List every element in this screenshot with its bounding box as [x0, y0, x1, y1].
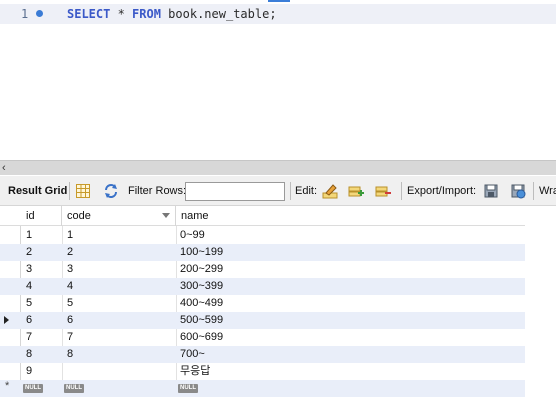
- table-row[interactable]: 7 7 600~699: [0, 329, 525, 346]
- column-header-label: code: [67, 210, 91, 222]
- cell-name[interactable]: 500~599: [180, 312, 223, 329]
- table-row[interactable]: 8 8 700~: [0, 346, 525, 363]
- sql-keyword-select: SELECT: [67, 7, 111, 21]
- cell-name[interactable]: 300~399: [180, 278, 223, 295]
- editor-tab-indicator: [268, 0, 290, 2]
- new-row-marker: *: [5, 380, 10, 392]
- refresh-icon[interactable]: [103, 183, 119, 199]
- edit-label: Edit:: [295, 185, 318, 197]
- toolbar-divider: [69, 182, 70, 200]
- statement-marker-icon: [36, 10, 43, 17]
- cell-code[interactable]: 8: [67, 346, 73, 363]
- cell-name[interactable]: 100~199: [180, 244, 223, 261]
- cell-id[interactable]: 2: [26, 244, 32, 261]
- cell-code[interactable]: 2: [67, 244, 73, 261]
- toolbar-divider: [290, 182, 291, 200]
- toolbar-divider: [533, 182, 534, 200]
- cell-name[interactable]: 무응답: [180, 363, 210, 380]
- scroll-left-icon[interactable]: ‹: [2, 162, 6, 174]
- table-row[interactable]: 5 5 400~499: [0, 295, 525, 312]
- cell-id[interactable]: 7: [26, 329, 32, 346]
- export-icon[interactable]: [483, 183, 499, 199]
- column-header-id[interactable]: id: [21, 206, 62, 226]
- cell-code[interactable]: 6: [67, 312, 73, 329]
- sql-editor[interactable]: 1 SELECT * FROM book.new_table;: [0, 0, 556, 160]
- cell-name[interactable]: 200~299: [180, 261, 223, 278]
- cell-id[interactable]: 9: [26, 363, 32, 380]
- import-icon[interactable]: [510, 183, 526, 199]
- cell-id[interactable]: 8: [26, 346, 32, 363]
- cell-name[interactable]: 400~499: [180, 295, 223, 312]
- sort-desc-icon[interactable]: [162, 213, 170, 218]
- column-header-name[interactable]: name: [176, 206, 525, 226]
- table-row-selected[interactable]: 6 6 500~599: [0, 312, 525, 329]
- grid-header: id code name: [0, 206, 525, 226]
- column-header-code[interactable]: code: [62, 206, 176, 226]
- cell-id[interactable]: 1: [26, 227, 32, 244]
- table-row[interactable]: 4 4 300~399: [0, 278, 525, 295]
- current-row-pointer-icon: [4, 316, 9, 324]
- table-row[interactable]: 3 3 200~299: [0, 261, 525, 278]
- null-badge[interactable]: NULL: [64, 384, 84, 393]
- result-toolbar: Result Grid Filter Rows: Edit: Export/Im…: [0, 176, 556, 206]
- cell-code[interactable]: 4: [67, 278, 73, 295]
- cell-id[interactable]: 4: [26, 278, 32, 295]
- new-row[interactable]: * NULL NULL NULL: [0, 380, 525, 397]
- sql-keyword-from: FROM: [132, 7, 161, 21]
- cell-name[interactable]: 600~699: [180, 329, 223, 346]
- table-row[interactable]: 9 무응답: [0, 363, 525, 380]
- cell-name[interactable]: 700~: [180, 346, 205, 363]
- cell-code[interactable]: 3: [67, 261, 73, 278]
- sql-statement[interactable]: SELECT * FROM book.new_table;: [67, 7, 277, 21]
- null-badge[interactable]: NULL: [178, 384, 198, 393]
- cell-code[interactable]: 1: [67, 227, 73, 244]
- cell-id[interactable]: 6: [26, 312, 32, 329]
- cell-id[interactable]: 5: [26, 295, 32, 312]
- tab-result-grid[interactable]: Result Grid: [8, 176, 67, 206]
- sql-table-name: book.new_table;: [160, 7, 277, 21]
- column-header-label: id: [26, 210, 35, 222]
- export-import-label: Export/Import:: [407, 185, 477, 197]
- cell-id[interactable]: 3: [26, 261, 32, 278]
- cell-name[interactable]: 0~99: [180, 227, 205, 244]
- filter-rows-label: Filter Rows:: [128, 185, 187, 197]
- column-header-label: name: [181, 210, 209, 222]
- table-row[interactable]: 2 2 100~199: [0, 244, 525, 261]
- editor-horizontal-scrollbar[interactable]: ‹: [0, 160, 556, 175]
- filter-rows-input[interactable]: [185, 182, 285, 201]
- delete-row-icon[interactable]: [375, 183, 391, 199]
- cell-code[interactable]: 7: [67, 329, 73, 346]
- null-badge[interactable]: NULL: [23, 384, 43, 393]
- insert-row-icon[interactable]: [348, 183, 364, 199]
- toolbar-divider: [401, 182, 402, 200]
- table-row[interactable]: 1 1 0~99: [0, 227, 525, 244]
- cell-code[interactable]: 5: [67, 295, 73, 312]
- wrap-cell-label[interactable]: Wra: [539, 176, 556, 206]
- line-number: 1: [21, 7, 29, 21]
- grid-view-icon[interactable]: [75, 183, 91, 199]
- sql-star: *: [110, 7, 133, 21]
- edit-row-icon[interactable]: [322, 183, 338, 199]
